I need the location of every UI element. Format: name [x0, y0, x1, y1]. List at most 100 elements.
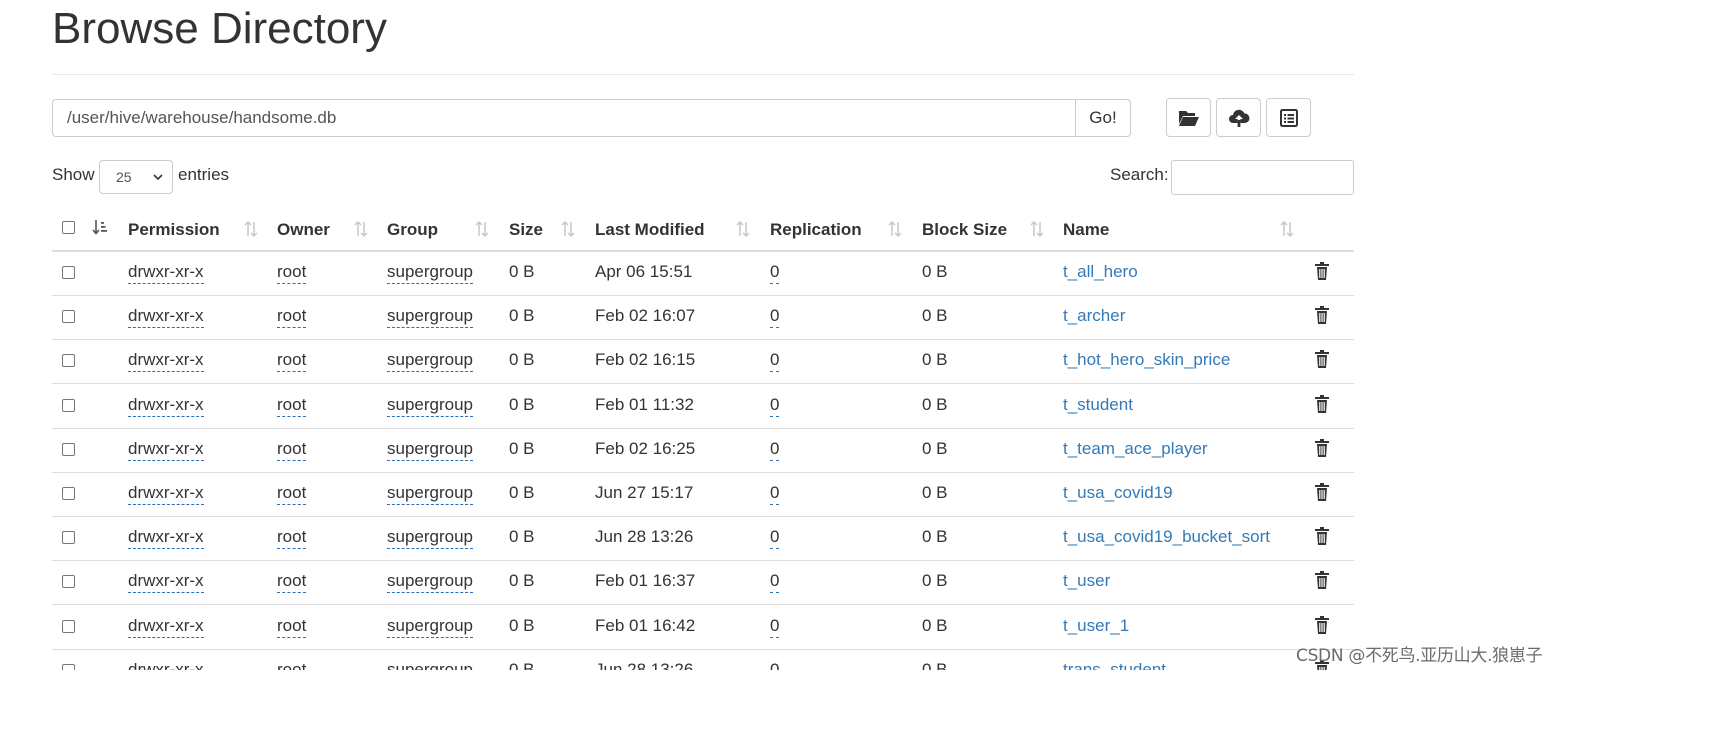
trash-icon[interactable]: [1314, 349, 1330, 369]
cell-owner[interactable]: root: [277, 483, 307, 505]
cell-group[interactable]: supergroup: [387, 660, 473, 670]
cell-replication[interactable]: 0: [770, 616, 780, 638]
row-checkbox[interactable]: [62, 310, 75, 323]
cell-name-link[interactable]: t_usa_covid19_bucket_sort: [1063, 527, 1270, 547]
cell-permission[interactable]: drwxr-xr-x: [128, 350, 204, 372]
cell-group[interactable]: supergroup: [387, 439, 474, 461]
table-row: drwxr-xr-x root supergroup 0 B Jun 27 15:17 0…: [52, 472, 1354, 517]
cell-group[interactable]: supergroup: [387, 616, 474, 638]
cell-owner[interactable]: root: [277, 350, 307, 372]
row-checkbox[interactable]: [62, 266, 75, 279]
cell-replication[interactable]: 0: [770, 527, 780, 549]
row-checkbox[interactable]: [62, 664, 75, 670]
cell-owner[interactable]: root: [277, 439, 307, 461]
sort-icon[interactable]: [474, 220, 490, 238]
cell-replication[interactable]: 0: [770, 483, 780, 505]
cell-owner[interactable]: root: [277, 306, 307, 328]
header-permission[interactable]: Permission: [128, 220, 220, 240]
cell-permission[interactable]: drwxr-xr-x: [128, 660, 204, 670]
sort-amount-asc-icon[interactable]: [92, 219, 108, 237]
trash-icon[interactable]: [1314, 438, 1330, 458]
header-block-size[interactable]: Block Size: [922, 220, 1007, 240]
cell-name-link[interactable]: t_all_hero: [1063, 262, 1138, 282]
cell-permission[interactable]: drwxr-xr-x: [128, 527, 204, 549]
cell-name-link[interactable]: t_student: [1063, 395, 1133, 415]
sort-icon[interactable]: [1029, 220, 1045, 238]
cell-replication[interactable]: 0: [770, 439, 780, 461]
cell-permission[interactable]: drwxr-xr-x: [128, 439, 204, 461]
cell-owner[interactable]: root: [277, 262, 307, 284]
cell-name-link[interactable]: t_user: [1063, 571, 1110, 591]
row-checkbox[interactable]: [62, 620, 75, 633]
row-checkbox[interactable]: [62, 575, 75, 588]
entries-label: entries: [178, 165, 230, 184]
trash-icon[interactable]: [1314, 482, 1330, 502]
select-all-checkbox[interactable]: [62, 221, 75, 234]
go-button[interactable]: Go!: [1075, 99, 1131, 137]
row-checkbox[interactable]: [62, 487, 75, 500]
cell-replication[interactable]: 0: [770, 262, 780, 284]
sort-icon[interactable]: [1279, 220, 1295, 238]
cell-replication[interactable]: 0: [770, 660, 779, 670]
cell-permission[interactable]: drwxr-xr-x: [128, 306, 204, 328]
cell-size: 0 B: [509, 262, 535, 281]
sort-icon[interactable]: [887, 220, 903, 238]
cell-name-link[interactable]: trans_student: [1063, 660, 1166, 670]
trash-icon[interactable]: [1314, 526, 1330, 546]
cell-owner[interactable]: root: [277, 527, 307, 549]
cell-replication[interactable]: 0: [770, 306, 780, 328]
cell-replication[interactable]: 0: [770, 571, 780, 593]
header-owner[interactable]: Owner: [277, 220, 330, 240]
cell-replication[interactable]: 0: [770, 395, 780, 417]
sort-icon[interactable]: [560, 220, 576, 238]
trash-icon[interactable]: [1314, 261, 1330, 281]
header-name[interactable]: Name: [1063, 220, 1109, 240]
cell-group[interactable]: supergroup: [387, 395, 474, 417]
header-last-modified[interactable]: Last Modified: [595, 220, 705, 240]
upload-file-button[interactable]: [1216, 98, 1261, 137]
trash-icon[interactable]: [1314, 570, 1330, 590]
header-group[interactable]: Group: [387, 220, 438, 240]
header-replication[interactable]: Replication: [770, 220, 862, 240]
row-checkbox[interactable]: [62, 399, 75, 412]
sort-icon[interactable]: [353, 220, 369, 238]
trash-icon[interactable]: [1314, 394, 1330, 414]
row-checkbox[interactable]: [62, 531, 75, 544]
row-checkbox[interactable]: [62, 443, 75, 456]
cell-block-size: 0 B: [922, 660, 948, 670]
cell-permission[interactable]: drwxr-xr-x: [128, 616, 204, 638]
cell-name-link[interactable]: t_archer: [1063, 306, 1125, 326]
cell-group[interactable]: supergroup: [387, 262, 474, 284]
cell-owner[interactable]: root: [277, 616, 307, 638]
cell-permission[interactable]: drwxr-xr-x: [128, 262, 204, 284]
trash-icon[interactable]: [1314, 305, 1330, 325]
cell-owner[interactable]: root: [277, 571, 307, 593]
cell-owner[interactable]: root: [277, 660, 306, 670]
cell-block-size: 0 B: [922, 350, 948, 369]
cell-permission[interactable]: drwxr-xr-x: [128, 483, 204, 505]
cell-group[interactable]: supergroup: [387, 527, 474, 549]
cell-group[interactable]: supergroup: [387, 483, 474, 505]
cell-replication[interactable]: 0: [770, 350, 780, 372]
create-directory-button[interactable]: [1166, 98, 1211, 137]
sort-icon[interactable]: [243, 220, 259, 238]
cell-permission[interactable]: drwxr-xr-x: [128, 395, 204, 417]
cell-group[interactable]: supergroup: [387, 350, 474, 372]
trash-icon[interactable]: [1314, 615, 1330, 635]
cell-owner[interactable]: root: [277, 395, 307, 417]
cell-group[interactable]: supergroup: [387, 306, 474, 328]
cell-permission[interactable]: drwxr-xr-x: [128, 571, 204, 593]
search-input[interactable]: [1171, 160, 1354, 195]
row-checkbox[interactable]: [62, 354, 75, 367]
sort-icon[interactable]: [735, 220, 751, 238]
cell-name-link[interactable]: t_user_1: [1063, 616, 1129, 636]
cell-group[interactable]: supergroup: [387, 571, 474, 593]
page-size-select[interactable]: 25: [99, 160, 173, 194]
cut-paste-button[interactable]: [1266, 98, 1311, 137]
cell-name-link[interactable]: t_hot_hero_skin_price: [1063, 350, 1230, 370]
cell-name-link[interactable]: t_team_ace_player: [1063, 439, 1208, 459]
path-input[interactable]: [52, 99, 1075, 137]
cell-name-link[interactable]: t_usa_covid19: [1063, 483, 1173, 503]
page-size-value: 25: [116, 169, 132, 185]
header-size[interactable]: Size: [509, 220, 543, 240]
